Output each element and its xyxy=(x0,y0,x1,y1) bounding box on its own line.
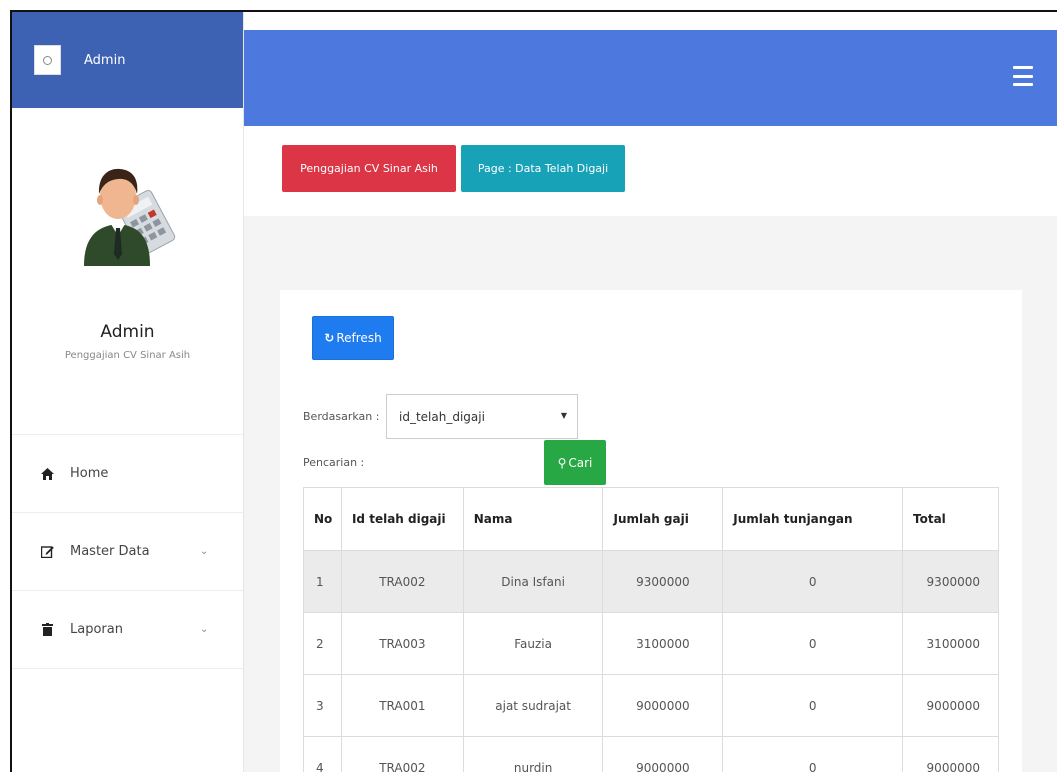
cell-total: 3100000 xyxy=(902,612,999,675)
chevron-down-icon: ⌄ xyxy=(200,546,209,557)
search-icon: ⚲ xyxy=(557,455,567,470)
cell-gaji: 9300000 xyxy=(602,550,724,613)
refresh-icon: ↻ xyxy=(324,331,335,345)
data-card: ↻ Refresh Berdasarkan : id_telah_digaji … xyxy=(280,290,1022,772)
admin-avatar xyxy=(78,154,178,266)
sidebar-item-laporan[interactable]: Laporan ⌄ xyxy=(12,591,243,669)
table-row[interactable]: 4 TRA002 nurdin 9000000 0 9000000 xyxy=(303,736,999,772)
cell-total: 9000000 xyxy=(902,736,999,772)
table-row[interactable]: 3 TRA001 ajat sudrajat 9000000 0 9000000 xyxy=(303,674,999,737)
cell-nama: Dina Isfani xyxy=(462,550,604,613)
edit-icon xyxy=(40,545,54,558)
cell-no: 4 xyxy=(303,736,342,772)
sidebar-item-home[interactable]: Home xyxy=(12,435,243,513)
filter-label: Berdasarkan : xyxy=(303,410,380,423)
breadcrumb: Penggajian CV Sinar Asih Page : Data Tel… xyxy=(244,126,1057,216)
topbar xyxy=(244,30,1057,126)
chevron-down-icon: ⌄ xyxy=(200,624,209,635)
cell-nama: nurdin xyxy=(462,736,604,772)
cell-tunjangan: 0 xyxy=(722,736,904,772)
brand-logo xyxy=(34,45,61,75)
page-badge: Page : Data Telah Digaji xyxy=(461,145,625,192)
cell-gaji: 9000000 xyxy=(602,736,724,772)
brand-name: Admin xyxy=(84,52,126,68)
cell-id: TRA003 xyxy=(340,612,464,675)
cell-tunjangan: 0 xyxy=(722,674,904,737)
cell-tunjangan: 0 xyxy=(722,550,904,613)
column-header-nama[interactable]: Nama xyxy=(462,487,604,551)
profile-subtitle: Penggajian CV Sinar Asih xyxy=(64,350,191,361)
column-header-total[interactable]: Total xyxy=(902,487,999,551)
cell-nama: Fauzia xyxy=(462,612,604,675)
cell-no: 3 xyxy=(303,674,342,737)
dropdown-arrow-icon: ▼ xyxy=(560,411,567,420)
sidebar-brand[interactable]: Admin xyxy=(12,12,243,108)
home-icon xyxy=(40,467,54,480)
column-header-no[interactable]: No xyxy=(303,487,342,551)
cell-no: 1 xyxy=(303,550,342,613)
search-button[interactable]: ⚲ Cari xyxy=(544,440,606,485)
cell-tunjangan: 0 xyxy=(722,612,904,675)
filter-select-value: id_telah_digaji xyxy=(399,409,485,424)
cell-gaji: 9000000 xyxy=(602,674,724,737)
refresh-label: Refresh xyxy=(336,331,382,345)
table-row[interactable]: 1 TRA002 Dina Isfani 9300000 0 9300000 xyxy=(303,550,999,613)
column-header-gaji[interactable]: Jumlah gaji xyxy=(602,487,724,551)
cell-id: TRA002 xyxy=(340,736,464,772)
trash-icon xyxy=(40,623,54,636)
salary-table: No Id telah digaji Nama Jumlah gaji Juml… xyxy=(303,487,999,772)
cell-nama: ajat sudrajat xyxy=(462,674,604,737)
sidebar: Admin Admin Penggajian CV Sinar Asih Hom… xyxy=(12,12,244,772)
cell-id: TRA002 xyxy=(340,550,464,613)
column-header-id[interactable]: Id telah digaji xyxy=(340,487,464,551)
main-content: Penggajian CV Sinar Asih Page : Data Tel… xyxy=(244,126,1057,772)
menu-toggle-icon[interactable] xyxy=(1013,66,1033,86)
refresh-button[interactable]: ↻ Refresh xyxy=(312,316,394,360)
cell-total: 9000000 xyxy=(902,674,999,737)
search-label: Pencarian : xyxy=(303,456,365,469)
app-badge: Penggajian CV Sinar Asih xyxy=(282,145,456,192)
table-header-row: No Id telah digaji Nama Jumlah gaji Juml… xyxy=(303,487,999,551)
cell-id: TRA001 xyxy=(340,674,464,737)
cell-gaji: 3100000 xyxy=(602,612,724,675)
column-header-tunjangan[interactable]: Jumlah tunjangan xyxy=(722,487,904,551)
filter-select[interactable]: id_telah_digaji ▼ xyxy=(386,394,578,439)
cell-no: 2 xyxy=(303,612,342,675)
table-row[interactable]: 2 TRA003 Fauzia 3100000 0 3100000 xyxy=(303,612,999,675)
search-button-label: Cari xyxy=(568,455,593,470)
sidebar-item-label: Master Data xyxy=(70,544,150,559)
cell-total: 9300000 xyxy=(902,550,999,613)
sidebar-item-label: Laporan xyxy=(70,622,123,637)
app-window: Admin Admin Penggajian CV Sinar Asih Hom… xyxy=(10,10,1057,772)
profile-panel: Admin Penggajian CV Sinar Asih xyxy=(12,108,243,435)
sidebar-item-label: Home xyxy=(70,466,109,481)
profile-name: Admin xyxy=(100,322,155,342)
search-input[interactable] xyxy=(376,440,544,484)
sidebar-item-master-data[interactable]: Master Data ⌄ xyxy=(12,513,243,591)
